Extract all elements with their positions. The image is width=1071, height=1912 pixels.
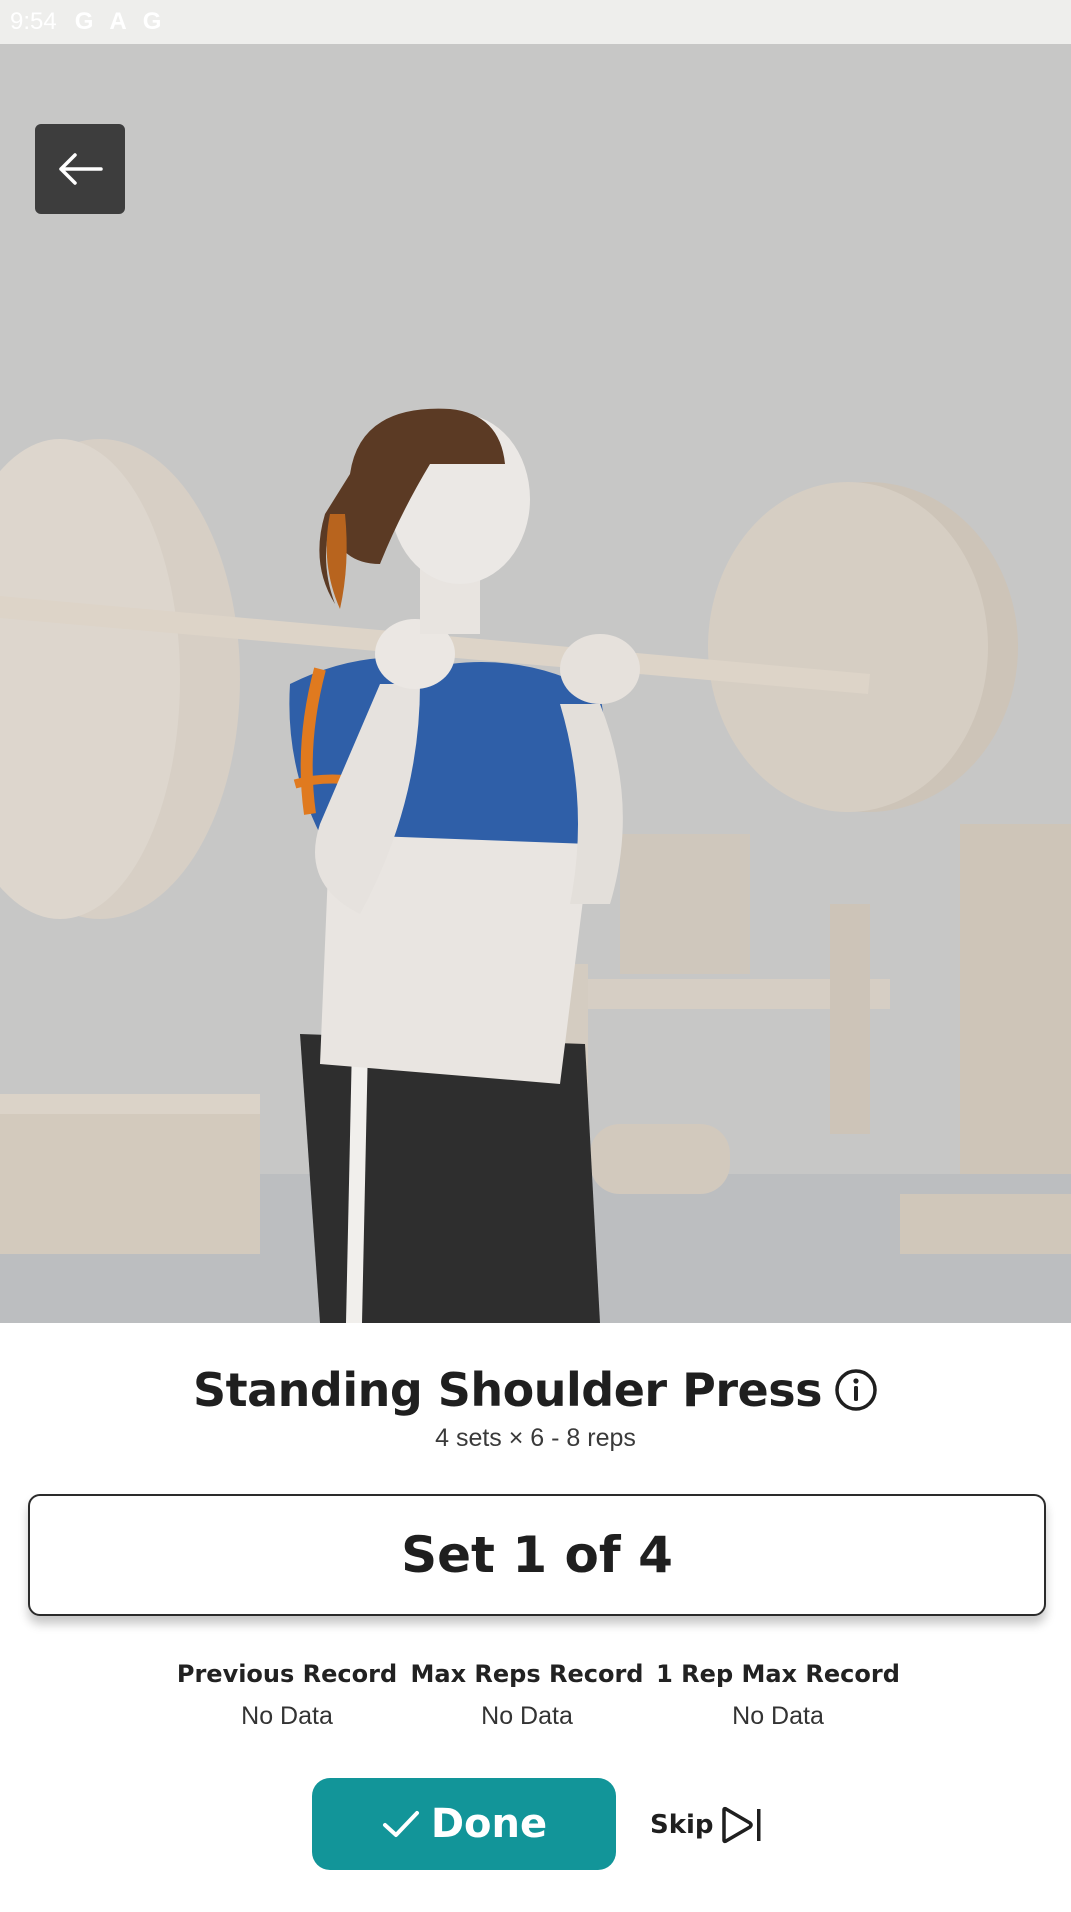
skip-button[interactable]: Skip xyxy=(650,1800,764,1850)
record-label: 1 Rep Max Record xyxy=(656,1660,900,1688)
google-icon: G xyxy=(142,8,162,35)
check-icon xyxy=(382,1811,419,1837)
record-one-rep-max: 1 Rep Max Record No Data xyxy=(648,1660,908,1731)
record-max-reps: Max Reps Record No Data xyxy=(397,1660,657,1731)
exercise-animation xyxy=(0,44,1071,1323)
record-value: No Data xyxy=(732,1702,824,1730)
record-label: Max Reps Record xyxy=(410,1660,644,1688)
skip-button-label: Skip xyxy=(650,1810,714,1840)
exercise-prescription: 4 sets × 6 - 8 reps xyxy=(435,1424,636,1452)
done-button[interactable]: Done xyxy=(312,1778,616,1870)
exercise-title: Standing Shoulder Press xyxy=(193,1363,822,1417)
done-button-label: Done xyxy=(430,1801,548,1847)
app-notification-icon: A xyxy=(109,8,127,35)
exercise-illustration xyxy=(0,408,1071,1323)
arrow-left-icon xyxy=(59,153,103,185)
status-bar: 9:54 G A G xyxy=(0,0,1071,44)
google-icon: G xyxy=(74,8,94,35)
info-icon[interactable] xyxy=(834,1368,878,1412)
back-button[interactable] xyxy=(35,124,125,214)
set-indicator[interactable]: Set 1 of 4 xyxy=(28,1494,1046,1616)
set-indicator-label: Set 1 of 4 xyxy=(401,1526,673,1584)
record-value: No Data xyxy=(481,1702,573,1730)
record-previous: Previous Record No Data xyxy=(157,1660,417,1731)
record-value: No Data xyxy=(241,1702,333,1730)
status-time: 9:54 xyxy=(10,8,57,35)
record-label: Previous Record xyxy=(176,1660,398,1688)
skip-next-icon xyxy=(721,1806,761,1844)
records-row: Previous Record No Data Max Reps Record … xyxy=(0,1660,1071,1740)
exercise-title-row: Standing Shoulder Press xyxy=(0,1360,1071,1420)
